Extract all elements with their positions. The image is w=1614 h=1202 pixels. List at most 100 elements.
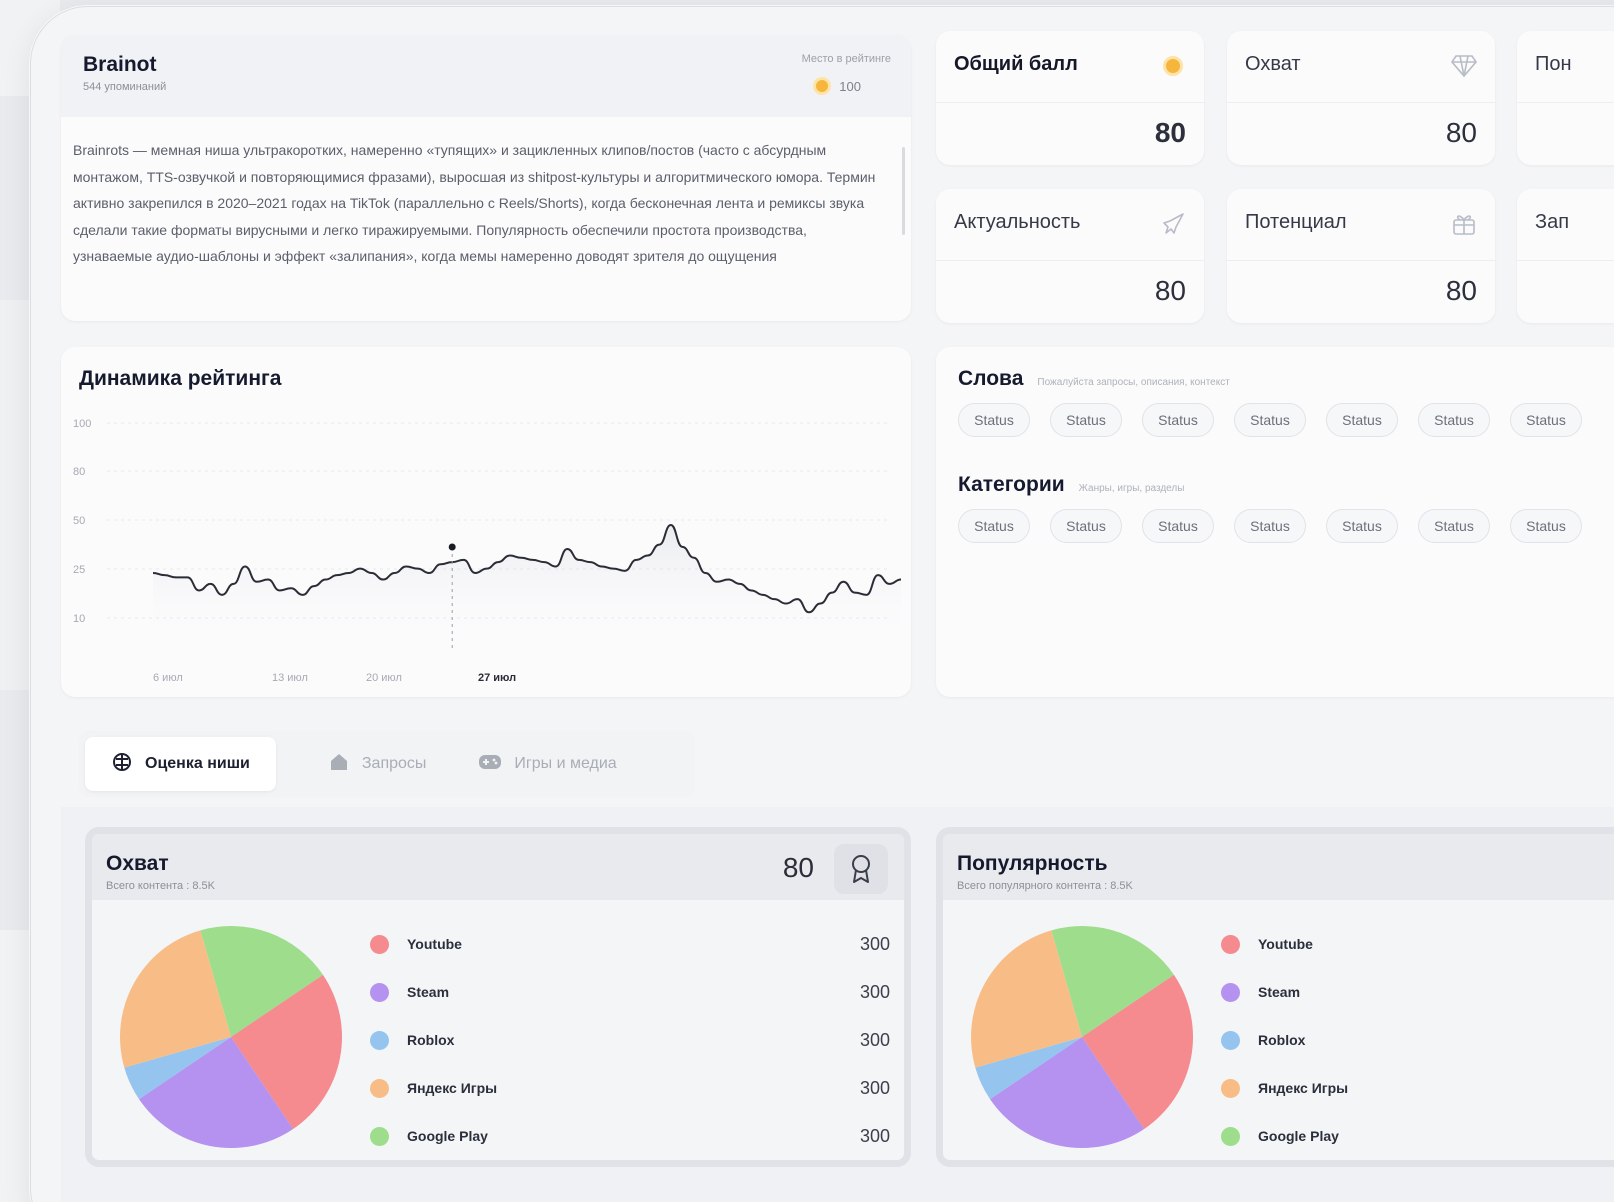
metric-value: 80 (1445, 275, 1477, 306)
category-tag[interactable]: Status (1234, 509, 1306, 543)
metric-label: Зап (1535, 211, 1570, 233)
legend-item: Steam 300 (370, 968, 890, 1016)
x-tick-label: 13 июл (272, 672, 308, 684)
legend-name: Roblox (1258, 1032, 1306, 1048)
reach-pie-chart[interactable] (118, 924, 344, 1150)
metric-value: 80 (1154, 117, 1186, 148)
section-tabs: Оценка ниши Запросы Игры и медиа (79, 731, 695, 797)
legend-name: Youtube (1258, 936, 1313, 952)
legend-dot (370, 982, 389, 1002)
metric-card-popularity: Пон (1517, 31, 1614, 165)
legend-name: Яндекс Игры (1258, 1080, 1349, 1096)
metric-label: Потенциал (1245, 211, 1347, 233)
popularity-pie-card: Популярность Всего популярного контента … (936, 827, 1614, 1167)
popularity-header: Популярность Всего популярного контента … (943, 834, 1614, 900)
metric-label: Общий балл (954, 53, 1078, 75)
legend-name: Steam (1258, 984, 1301, 1000)
metric-card-relevance: Актуальность 80 (936, 189, 1204, 323)
popularity-title: Популярность (957, 852, 1108, 875)
legend-item: Roblox 300 (370, 1016, 890, 1064)
tab-label: Игры и медиа (514, 755, 617, 772)
word-tag[interactable]: Status (1142, 403, 1214, 437)
metric-label: Охват (1245, 53, 1301, 75)
y-tick-label: 80 (73, 466, 85, 478)
metric-value: 80 (1154, 275, 1186, 306)
reach-pie-card: Охват Всего контента : 8.5K 80 Youtube 3… (85, 827, 911, 1167)
legend-name: Roblox (407, 1032, 455, 1048)
word-tag[interactable]: Status (1234, 403, 1306, 437)
word-tag[interactable]: Status (1326, 403, 1398, 437)
description-scrollbar[interactable] (902, 147, 905, 235)
legend-item: Яндекс Игры 300 (370, 1064, 890, 1112)
words-hint: Пожалуйста запросы, описания, контекст (1037, 377, 1230, 388)
popularity-legend: Youtube Steam Roblox Яндекс Игры Google … (1221, 920, 1614, 1160)
metric-value (1517, 103, 1614, 131)
niche-description[interactable]: Brainrots — мемная ниша ультракоротких, … (61, 117, 911, 287)
y-tick-label: 25 (73, 564, 85, 576)
category-tag[interactable]: Status (1418, 509, 1490, 543)
x-tick-label: 27 июл (478, 672, 516, 684)
word-tag[interactable]: Status (1510, 403, 1582, 437)
rating-chart-card: Динамика рейтинга 100 80 50 25 10 6 июл 13 июл… (61, 347, 911, 697)
metric-card-requests: Зап (1517, 189, 1614, 323)
categories-section: Категории Жанры, игры, разделы Status St… (958, 473, 1582, 543)
tab-niche-score[interactable]: Оценка ниши (85, 737, 276, 791)
legend-dot (370, 1030, 389, 1050)
legend-item: Youtube (1221, 920, 1614, 968)
legend-item: Roblox (1221, 1016, 1614, 1064)
series-area (153, 525, 901, 647)
niche-title: Brainot (83, 53, 157, 76)
legend-dot (1221, 1078, 1240, 1098)
legend-dot (370, 1126, 389, 1146)
words-section: Слова Пожалуйста запросы, описания, конт… (958, 367, 1582, 437)
categories-tag-list: Status Status Status Status Status Statu… (958, 509, 1582, 543)
category-tag[interactable]: Status (1050, 509, 1122, 543)
tab-requests[interactable]: Запросы (302, 737, 453, 791)
y-tick-label: 10 (73, 613, 85, 625)
word-tag[interactable]: Status (1050, 403, 1122, 437)
legend-item: Google Play 300 (370, 1112, 890, 1160)
marker-point (448, 543, 456, 551)
tab-games-media[interactable]: Игры и медиа (452, 737, 642, 791)
legend-value: 300 (859, 1125, 890, 1146)
diamond-icon (1451, 53, 1477, 79)
legend-value: 300 (859, 1029, 890, 1050)
y-tick-label: 50 (73, 515, 85, 527)
reach-title: Охват (106, 852, 169, 875)
gift-icon (1451, 211, 1477, 237)
categories-title: Категории (958, 473, 1065, 496)
y-tick-label: 100 (73, 418, 91, 430)
tab-label: Оценка ниши (145, 755, 250, 772)
coin-icon (813, 77, 832, 95)
rating-line-chart[interactable]: 100 80 50 25 10 6 июл 13 июл 20 июл 27 июл (61, 347, 911, 697)
coin-icon (1160, 53, 1186, 79)
word-tag[interactable]: Status (958, 403, 1030, 437)
tags-card: Слова Пожалуйста запросы, описания, конт… (936, 347, 1614, 697)
category-tag[interactable]: Status (1326, 509, 1398, 543)
rocket-icon (1160, 211, 1186, 237)
legend-dot (1221, 1126, 1240, 1146)
category-tag[interactable]: Status (1510, 509, 1582, 543)
niche-info-header: Brainot 544 упоминаний Место в рейтинге … (61, 35, 911, 117)
reach-score: 80 (782, 852, 814, 883)
legend-value: 300 (859, 933, 890, 954)
categories-hint: Жанры, игры, разделы (1078, 483, 1185, 494)
popularity-pie-chart[interactable] (969, 924, 1195, 1150)
category-tag[interactable]: Status (958, 509, 1030, 543)
legend-name: Яндекс Игры (407, 1080, 498, 1096)
mentions-count: 544 упоминаний (83, 81, 167, 93)
legend-item: Google Play (1221, 1112, 1614, 1160)
metric-label: Пон (1535, 53, 1572, 75)
rank-label: Место в рейтинге (801, 53, 891, 65)
word-tag[interactable]: Status (1418, 403, 1490, 437)
legend-dot (370, 1078, 389, 1098)
legend-name: Steam (407, 984, 450, 1000)
award-icon[interactable] (834, 844, 888, 894)
legend-dot (370, 934, 389, 954)
metric-value (1517, 261, 1614, 289)
legend-dot (1221, 1030, 1240, 1050)
category-tag[interactable]: Status (1142, 509, 1214, 543)
legend-value: 300 (859, 981, 890, 1002)
legend-name: Youtube (407, 936, 462, 952)
legend-item: Steam (1221, 968, 1614, 1016)
